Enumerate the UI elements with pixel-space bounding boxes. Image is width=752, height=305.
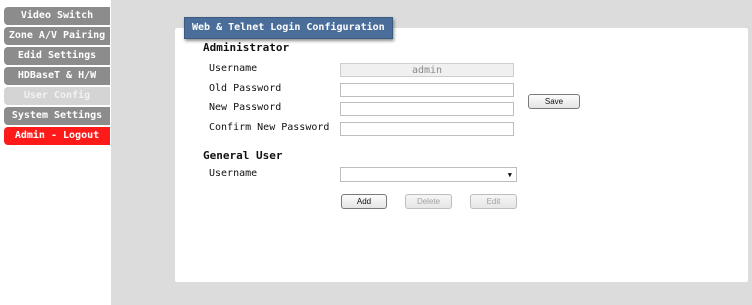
new-password-label: New Password [209,102,282,113]
nav-hdbaset-hw[interactable]: HDBaseT & H/W [4,67,110,85]
general-username-label: Username [209,168,258,179]
new-password-field[interactable] [340,102,514,116]
nav-user-config[interactable]: User Config [4,87,110,105]
save-button[interactable]: Save [528,94,580,109]
nav-video-switch[interactable]: Video Switch [4,7,110,25]
old-password-field[interactable] [340,83,514,97]
nav-zone-av-pairing[interactable]: Zone A/V Pairing [4,27,110,45]
panel-title: Web & Telnet Login Configuration [184,17,393,39]
admin-username-field [340,63,514,77]
dropdown-arrow-icon: ▼ [507,171,512,179]
add-button[interactable]: Add [341,194,387,209]
administrator-heading: Administrator [203,41,290,54]
old-password-label: Old Password [209,83,282,94]
general-username-select[interactable]: ▼ [340,167,517,182]
sidebar: Video Switch Zone A/V Pairing Edid Setti… [0,0,110,305]
confirm-password-field[interactable] [340,122,514,136]
edit-button[interactable]: Edit [470,194,517,209]
delete-button[interactable]: Delete [405,194,452,209]
nav-system-settings[interactable]: System Settings [4,107,110,125]
confirm-password-label: Confirm New Password [209,122,330,133]
general-user-heading: General User [203,149,283,162]
nav-edid-settings[interactable]: Edid Settings [4,47,110,65]
nav-admin-logout[interactable]: Admin - Logout [4,127,110,145]
admin-username-label: Username [209,63,258,74]
